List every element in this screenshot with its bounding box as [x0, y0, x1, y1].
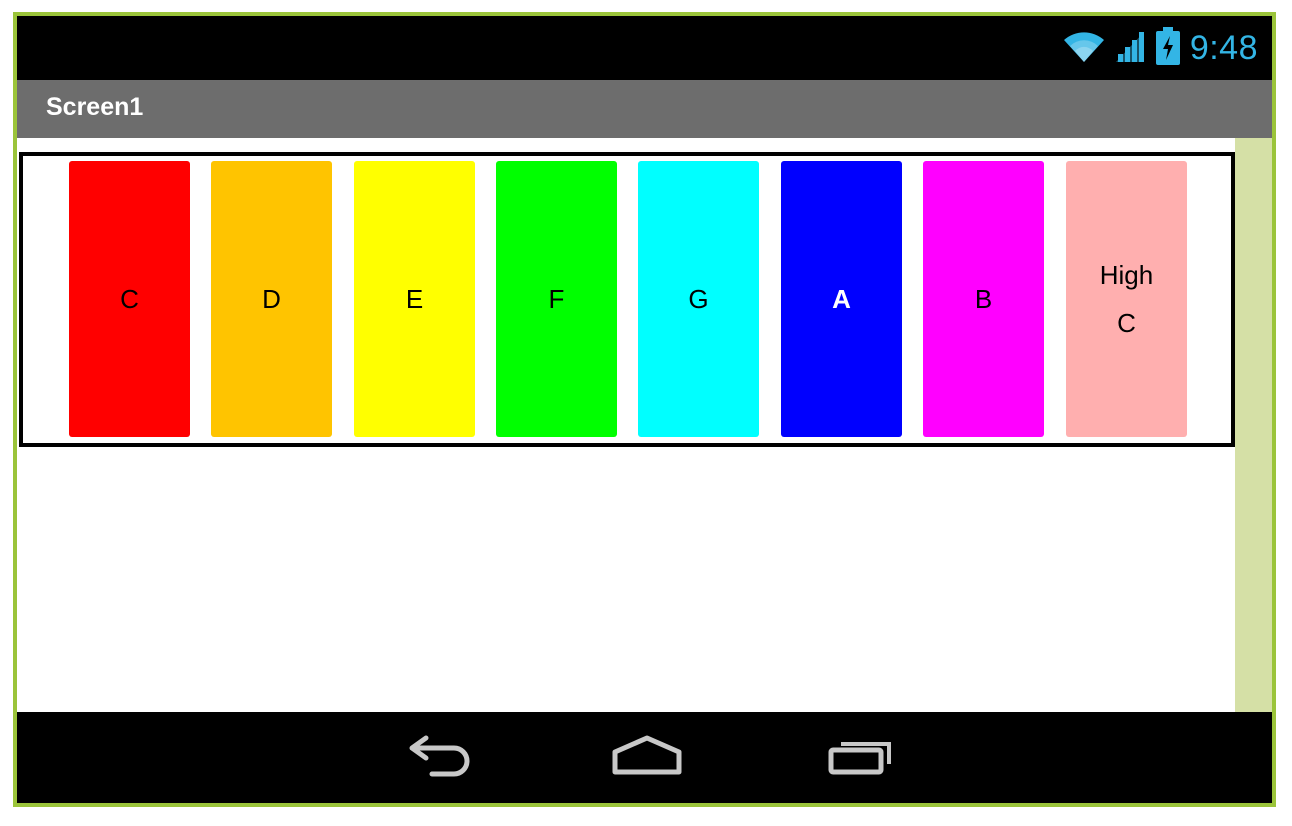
key-label: B — [974, 284, 993, 314]
key-label: A — [832, 284, 851, 314]
navigation-bar — [17, 712, 1272, 803]
key-label: D — [262, 284, 281, 314]
status-time: 9:48 — [1189, 29, 1258, 67]
status-bar: 9:48 — [17, 16, 1272, 80]
key-f-button[interactable]: F — [496, 161, 617, 437]
key-label: E — [405, 284, 424, 314]
key-label: C — [120, 284, 139, 314]
phone-frame: 9:48 Screen1 C D E F G A B High C — [13, 12, 1276, 807]
battery-charging-icon — [1155, 26, 1180, 70]
key-e-button[interactable]: E — [354, 161, 475, 437]
back-icon — [402, 734, 472, 783]
key-label-line1: High — [1099, 260, 1154, 290]
screen-title: Screen1 — [46, 93, 144, 121]
back-button[interactable] — [382, 730, 492, 786]
key-label-line2: C — [1117, 308, 1136, 338]
key-high-c-button[interactable]: High C — [1066, 161, 1187, 437]
home-button[interactable] — [592, 730, 702, 786]
key-label: G — [688, 284, 709, 314]
scroll-gutter — [1235, 138, 1272, 712]
key-a-button[interactable]: A — [781, 161, 902, 437]
key-c-button[interactable]: C — [69, 161, 190, 437]
recent-apps-button[interactable] — [807, 730, 917, 786]
wifi-icon — [1062, 28, 1106, 69]
key-d-button[interactable]: D — [211, 161, 332, 437]
key-g-button[interactable]: G — [638, 161, 759, 437]
key-b-button[interactable]: B — [923, 161, 1044, 437]
signal-icon — [1115, 28, 1146, 69]
screen-content: C D E F G A B High C — [17, 138, 1272, 712]
key-label: F — [548, 284, 565, 314]
status-icons: 9:48 — [1062, 26, 1258, 70]
keyboard-arrangement: C D E F G A B High C — [19, 152, 1235, 447]
home-icon — [609, 734, 685, 783]
title-bar: Screen1 — [17, 80, 1272, 138]
recent-apps-icon — [827, 734, 897, 783]
